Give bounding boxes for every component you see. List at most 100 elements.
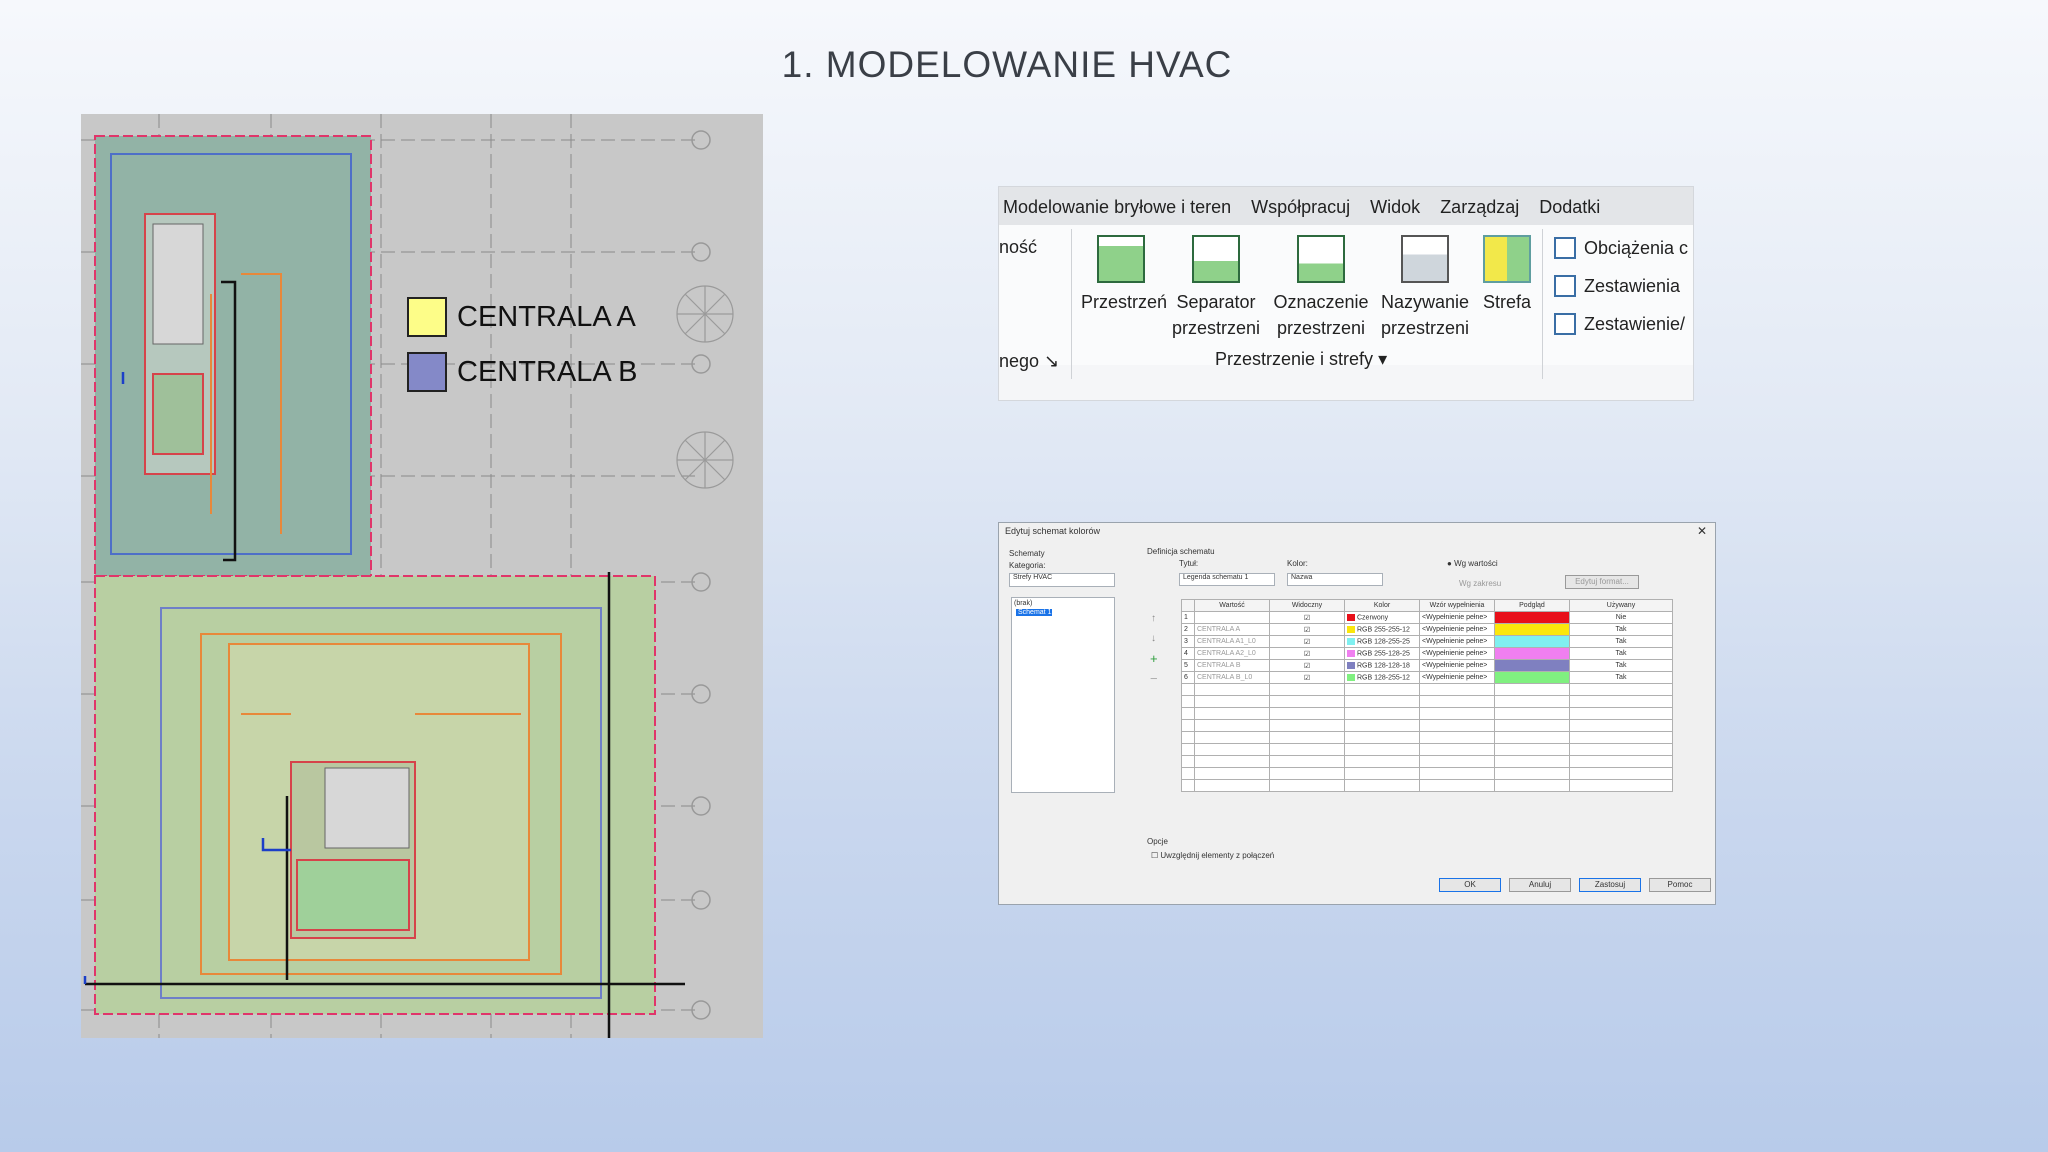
ok-button[interactable]: OK <box>1439 878 1501 892</box>
add-value-icon[interactable]: + <box>1150 651 1158 666</box>
empty-cell <box>1419 743 1495 756</box>
row-preview <box>1494 635 1570 648</box>
include-linked-checkbox[interactable]: ☐ Uwzględnij elementy z połączeń <box>1151 851 1274 860</box>
empty-cell <box>1181 767 1195 780</box>
empty-cell <box>1569 755 1673 768</box>
color-select[interactable]: Nazwa <box>1287 573 1383 586</box>
tab-addins[interactable]: Dodatki <box>1535 187 1616 225</box>
empty-cell <box>1181 683 1195 696</box>
empty-cell <box>1344 731 1420 744</box>
ribbon-group-spaces-zones[interactable]: Przestrzenie i strefy ▾ <box>1215 349 1387 370</box>
row-visible-checkbox[interactable]: ☑ <box>1269 611 1345 624</box>
remove-value-icon[interactable]: − <box>1150 671 1158 686</box>
empty-table-row <box>1181 779 1673 792</box>
table-row[interactable]: 3 CENTRALA A1_L0 ☑ RGB 128-255-25 <Wypełnien… <box>1181 635 1673 648</box>
empty-table-row <box>1181 707 1673 720</box>
title-input-value: Legenda schematu 1 <box>1183 574 1249 581</box>
row-preview <box>1494 623 1570 636</box>
definition-label: Definicja schematu <box>1147 547 1215 556</box>
tab-collaborate[interactable]: Współpracuj <box>1247 187 1366 225</box>
row-color-name: Czerwony <box>1357 614 1389 622</box>
color-swatch-icon <box>1347 649 1355 657</box>
category-value: Strefy HVAC <box>1013 574 1053 581</box>
empty-cell <box>1194 779 1270 792</box>
empty-cell <box>1181 707 1195 720</box>
tab-massing[interactable]: Modelowanie bryłowe i teren <box>999 187 1247 225</box>
empty-cell <box>1344 695 1420 708</box>
by-range-radio[interactable]: Wg zakresu <box>1459 579 1501 588</box>
row-visible-checkbox[interactable]: ☑ <box>1269 647 1345 660</box>
row-pattern: <Wypełnienie pełne> <box>1419 659 1495 672</box>
space-tag-label-1: Oznaczenie <box>1273 292 1369 312</box>
empty-table-row <box>1181 755 1673 768</box>
legend-centrala-a: CENTRALA A <box>407 295 636 339</box>
schedule-quantities-button[interactable]: Zestawienie/ <box>1554 313 1685 335</box>
space-naming-button[interactable]: Nazywanie przestrzeni <box>1377 235 1473 341</box>
row-preview <box>1494 647 1570 660</box>
ribbon-left-group-label[interactable]: nego ↘ <box>999 351 1059 372</box>
empty-cell <box>1419 707 1495 720</box>
ribbon-left-partial-label: ność <box>999 237 1038 257</box>
empty-cell <box>1419 719 1495 732</box>
tab-manage[interactable]: Zarządzaj <box>1436 187 1535 225</box>
loads-button[interactable]: Obciążenia c <box>1554 237 1688 259</box>
tab-view[interactable]: Widok <box>1366 187 1436 225</box>
row-visible-checkbox[interactable]: ☑ <box>1269 623 1345 636</box>
empty-cell <box>1569 707 1673 720</box>
apply-button[interactable]: Zastosuj <box>1579 878 1641 892</box>
scheme-tree[interactable]: (brak) Schemat 1 <box>1011 597 1115 793</box>
row-pattern: <Wypełnienie pełne> <box>1419 611 1495 624</box>
row-visible-checkbox[interactable]: ☑ <box>1269 635 1345 648</box>
cancel-button[interactable]: Anuluj <box>1509 878 1571 892</box>
schedules-button[interactable]: Zestawienia <box>1554 275 1680 297</box>
space-naming-icon <box>1401 235 1449 283</box>
row-used: Tak <box>1569 635 1673 648</box>
empty-cell <box>1419 683 1495 696</box>
row-used: Tak <box>1569 623 1673 636</box>
empty-cell <box>1569 731 1673 744</box>
move-up-icon[interactable]: ↑ <box>1151 613 1156 624</box>
row-value: CENTRALA A1_L0 <box>1194 635 1270 648</box>
move-down-icon[interactable]: ↓ <box>1151 633 1156 644</box>
row-visible-checkbox[interactable]: ☑ <box>1269 659 1345 672</box>
space-separator-button[interactable]: Separator przestrzeni <box>1171 235 1261 341</box>
zone-button[interactable]: Strefa <box>1477 235 1537 315</box>
color-swatch-icon <box>1347 613 1355 621</box>
loads-label: Obciążenia c <box>1584 237 1689 258</box>
by-value-radio[interactable]: ● Wg wartości <box>1447 559 1498 568</box>
revit-ribbon: Modelowanie bryłowe i teren Współpracuj … <box>998 186 1694 401</box>
row-visible-checkbox[interactable]: ☑ <box>1269 671 1345 684</box>
table-row[interactable]: 1 ☑ Czerwony <Wypełnienie pełne> Nie <box>1181 611 1673 624</box>
legend-label-b: CENTRALA B <box>457 355 638 388</box>
empty-cell <box>1194 731 1270 744</box>
table-row[interactable]: 6 CENTRALA B_L0 ☑ RGB 128-255-12 <Wypełnieni… <box>1181 671 1673 684</box>
schedule-quantities-label: Zestawienie/ <box>1584 313 1686 334</box>
empty-table-row <box>1181 719 1673 732</box>
table-row[interactable]: 4 CENTRALA A2_L0 ☑ RGB 255-128-25 <Wypełnien… <box>1181 647 1673 660</box>
table-row[interactable]: 5 CENTRALA B ☑ RGB 128-128-18 <Wypełnienie p… <box>1181 659 1673 672</box>
space-tag-label-2: przestrzeni <box>1276 318 1366 338</box>
empty-table-row <box>1181 731 1673 744</box>
dialog-title: Edytuj schemat kolorów <box>1005 526 1101 536</box>
floor-plan-image: CENTRALA A CENTRALA B <box>81 114 763 1038</box>
tree-item-scheme-1[interactable]: Schemat 1 <box>1016 609 1052 616</box>
row-pattern: <Wypełnienie pełne> <box>1419 647 1495 660</box>
space-button[interactable]: Przestrzeń <box>1081 235 1167 315</box>
options-label: Opcje <box>1147 837 1168 846</box>
color-swatch-icon <box>1347 673 1355 681</box>
table-header-used: Używany <box>1569 599 1673 612</box>
close-icon[interactable]: ✕ <box>1697 524 1707 538</box>
table-row[interactable]: 2 CENTRALA A ☑ RGB 255-255-12 <Wypełnienie p… <box>1181 623 1673 636</box>
edit-format-button[interactable]: Edytuj format... <box>1565 575 1639 589</box>
title-input[interactable]: Legenda schematu 1 <box>1179 573 1275 586</box>
color-swatch-icon <box>1347 625 1355 633</box>
row-color-name: RGB 128-255-25 <box>1357 638 1410 646</box>
row-color-name: RGB 255-128-25 <box>1357 650 1410 658</box>
row-used: Tak <box>1569 671 1673 684</box>
empty-cell <box>1569 683 1673 696</box>
help-button[interactable]: Pomoc <box>1649 878 1711 892</box>
category-select[interactable]: Strefy HVAC <box>1009 573 1115 587</box>
space-tag-button[interactable]: Oznaczenie przestrzeni <box>1271 235 1371 341</box>
space-tag-icon <box>1297 235 1345 283</box>
empty-cell <box>1419 755 1495 768</box>
